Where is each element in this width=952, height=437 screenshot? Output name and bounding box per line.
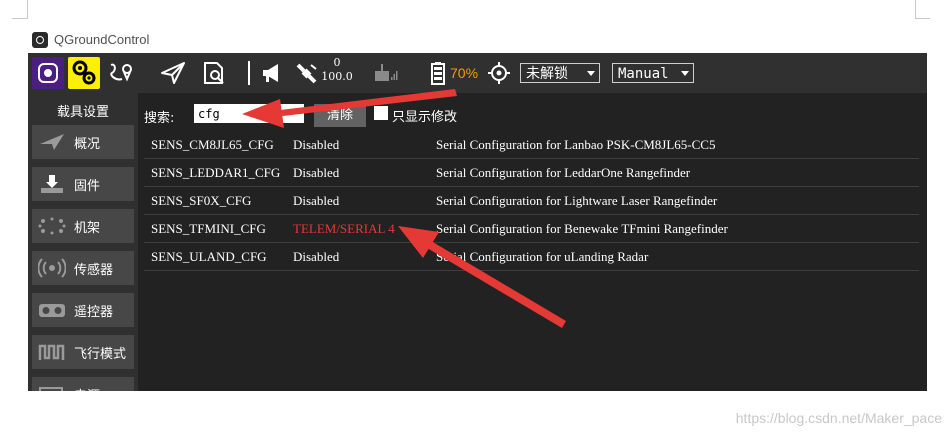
show-modified-label: 只显示修改: [392, 110, 458, 125]
param-description: Serial Configuration for LeddarOne Range…: [436, 165, 691, 180]
param-value: Disabled: [293, 165, 340, 180]
qgc-home-button[interactable]: [32, 57, 64, 89]
param-name: SENS_TFMINI_CFG: [151, 221, 266, 236]
rc-transmitter-icon[interactable]: [372, 61, 398, 85]
sidebar-item-summary[interactable]: 概况: [32, 125, 134, 159]
page-corner-mark: [915, 0, 930, 19]
param-row[interactable]: SENS_CM8JL65_CFG Disabled Serial Configu…: [144, 130, 919, 159]
position-crosshair-icon[interactable]: [486, 61, 512, 85]
sidebar-item-label: 传感器: [74, 263, 114, 278]
chevron-down-icon: [681, 71, 689, 76]
sidebar-title: 载具设置: [56, 105, 109, 120]
sidebar-item-label: 电源: [74, 385, 100, 391]
param-name: SENS_SF0X_CFG: [151, 193, 252, 208]
param-description: Serial Configuration for Lightware Laser…: [436, 193, 718, 208]
window-title: QGroundControl: [54, 32, 150, 47]
param-row[interactable]: SENS_SF0X_CFG Disabled Serial Configurat…: [144, 186, 919, 215]
param-value: TELEM/SERIAL 4: [293, 221, 395, 236]
gps-satellite-count: 0: [333, 56, 341, 69]
sidebar-item-power[interactable]: 电源: [32, 377, 134, 391]
chevron-down-icon: [587, 71, 595, 76]
flight-mode-value: Manual: [618, 66, 669, 82]
power-icon: [39, 387, 63, 391]
battery-icon[interactable]: [426, 61, 452, 85]
param-value: Disabled: [293, 137, 340, 152]
waveform-icon: [38, 344, 65, 360]
radio-waves-icon: [38, 258, 66, 278]
airframe-icon: [38, 217, 66, 235]
page-corner-mark: [12, 0, 28, 19]
show-modified-checkbox[interactable]: [374, 106, 388, 120]
qgc-window: QGroundControl 0 100.0 70% 未解锁 Manual 载具…: [28, 28, 927, 391]
megaphone-icon[interactable]: [260, 61, 286, 85]
gears-icon: [72, 60, 96, 85]
param-value: Disabled: [293, 249, 340, 264]
fly-view-icon[interactable]: [160, 61, 186, 85]
sidebar-item-label: 机架: [74, 221, 101, 236]
arm-state-dropdown[interactable]: 未解锁: [520, 63, 600, 83]
param-row[interactable]: SENS_LEDDAR1_CFG Disabled Serial Configu…: [144, 158, 919, 187]
plane-icon: [40, 134, 64, 150]
param-name: SENS_LEDDAR1_CFG: [151, 165, 281, 180]
sidebar-item-airframe[interactable]: 机架: [32, 209, 134, 243]
param-value: Disabled: [293, 193, 340, 208]
sidebar-item-label: 遥控器: [74, 305, 114, 320]
plan-view-icon[interactable]: [108, 61, 134, 85]
param-name: SENS_CM8JL65_CFG: [151, 137, 274, 152]
sidebar-item-firmware[interactable]: 固件: [32, 167, 134, 201]
battery-percent: 70%: [450, 65, 479, 81]
gamepad-icon: [39, 304, 65, 317]
sidebar-item-sensors[interactable]: 传感器: [32, 251, 134, 285]
main-toolbar: 0 100.0 70% 未解锁 Manual: [28, 53, 927, 93]
param-description: Serial Configuration for uLanding Radar: [436, 249, 649, 264]
title-bar: QGroundControl: [28, 28, 927, 53]
param-name: SENS_ULAND_CFG: [151, 249, 267, 264]
analyze-icon[interactable]: [202, 61, 228, 85]
search-label: 搜索:: [144, 111, 175, 126]
watermark: https://blog.csdn.net/Maker_pace: [735, 410, 942, 426]
param-description: Serial Configuration for Lanbao PSK-CM8J…: [436, 137, 716, 152]
gps-satellite-icon[interactable]: [294, 61, 320, 85]
sidebar-item-flight-modes[interactable]: 飞行模式: [32, 335, 134, 369]
param-row[interactable]: SENS_ULAND_CFG Disabled Serial Configura…: [144, 242, 919, 271]
vehicle-setup-sidebar: 载具设置 概况 固件 机架 传感器 遥控器 飞行模式: [28, 93, 138, 391]
gps-hdop: 100.0: [321, 70, 353, 83]
sidebar-item-label: 概况: [74, 137, 101, 152]
param-description: Serial Configuration for Benewake TFmini…: [436, 221, 728, 236]
clear-button[interactable]: 清除: [314, 104, 366, 127]
qgc-app-icon: [32, 32, 48, 48]
flight-mode-dropdown[interactable]: Manual: [612, 63, 694, 83]
toolbar-separator: [248, 61, 250, 85]
vehicle-setup-button[interactable]: [68, 57, 100, 89]
arm-state-value: 未解锁: [526, 66, 568, 82]
sidebar-item-label: 飞行模式: [74, 347, 127, 362]
param-row[interactable]: SENS_TFMINI_CFG TELEM/SERIAL 4 Serial Co…: [144, 214, 919, 243]
gps-readout: 0 100.0: [319, 56, 355, 84]
parameter-editor: 搜索: 清除 只显示修改 SENS_CM8JL65_CFG Disabled S…: [138, 93, 927, 391]
sidebar-item-radio[interactable]: 遥控器: [32, 293, 134, 327]
search-input[interactable]: [194, 104, 304, 123]
sidebar-item-label: 固件: [74, 179, 101, 194]
download-icon: [41, 175, 63, 193]
